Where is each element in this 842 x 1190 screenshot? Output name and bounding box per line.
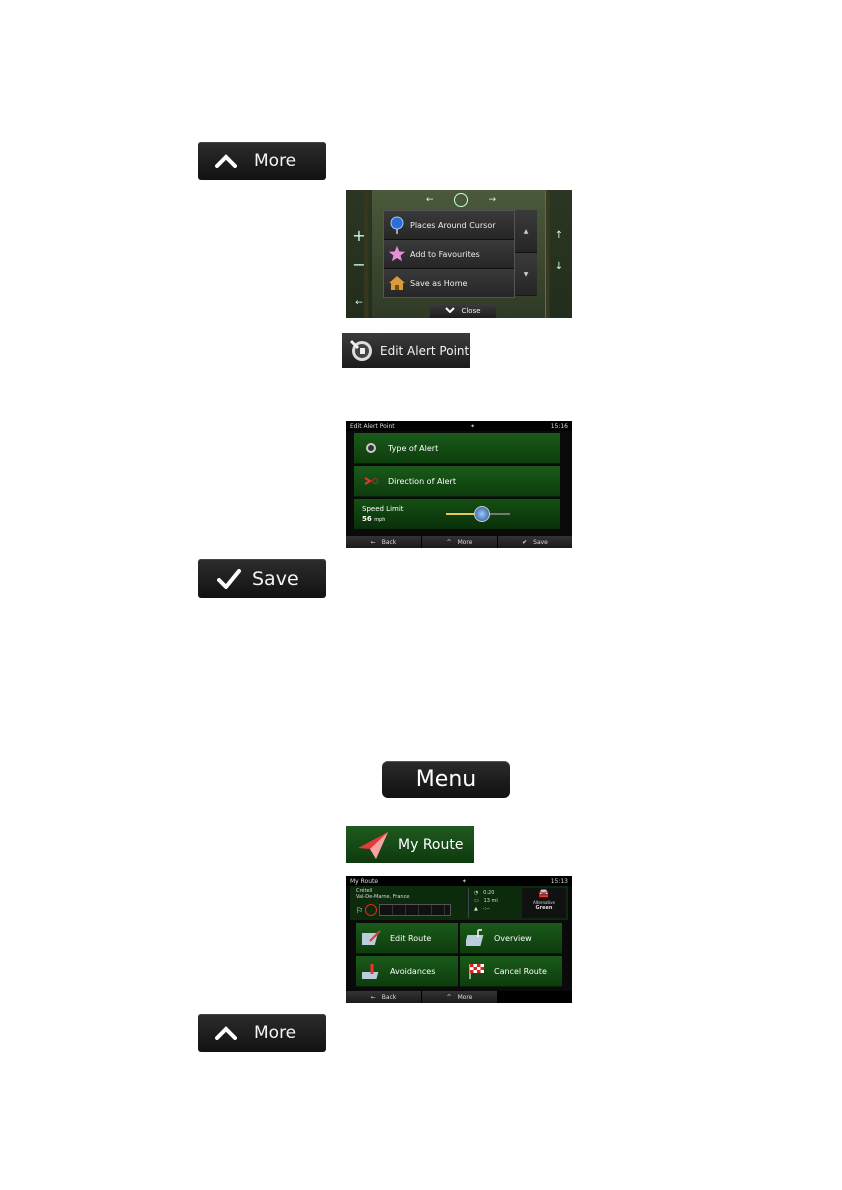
- traffic-icon: ⚐: [356, 905, 364, 915]
- my-route-screen: My Route ✦ 15:13 Créteil Val-De-Marne, F…: [346, 876, 572, 1003]
- screen-title: My Route: [350, 877, 379, 885]
- screen-titlebar: Edit Alert Point ✦ 15:16: [346, 421, 572, 431]
- gps-status-icon: ✦: [470, 422, 476, 430]
- car-icon: 🚘: [538, 889, 550, 899]
- zoom-in-icon[interactable]: +: [346, 226, 372, 245]
- remaining: -:--: [482, 906, 490, 912]
- scroll-down-button[interactable]: ▼: [515, 253, 537, 295]
- more-button-label: More: [254, 1023, 297, 1043]
- screen-title: Edit Alert Point: [350, 422, 395, 430]
- speed-slider-thumb[interactable]: [474, 506, 491, 522]
- row-direction-of-alert[interactable]: Direction of Alert: [354, 466, 560, 497]
- edit-alert-point-screen: Edit Alert Point ✦ 15:16 Type of Alert D…: [346, 421, 572, 548]
- cursor-menu-list: Places Around Cursor Add to Favourites S…: [383, 210, 515, 298]
- speed-limit-label: Speed Limit: [362, 505, 404, 513]
- save-button-small[interactable]: ✔ Save: [498, 536, 572, 548]
- tile-edit-route[interactable]: Edit Route: [356, 923, 458, 954]
- menu-button[interactable]: Menu: [382, 761, 510, 798]
- menu-item-save-as-home[interactable]: Save as Home: [384, 269, 514, 297]
- checkmark-icon: [198, 568, 252, 589]
- origin-region: Val-De-Marne, France: [356, 894, 410, 900]
- menu-item-add-to-favourites[interactable]: Add to Favourites: [384, 240, 514, 269]
- more-button-bottom[interactable]: More: [198, 1014, 326, 1052]
- rotate-right-icon[interactable]: →: [488, 195, 496, 205]
- rotate-controls: ← →: [426, 193, 496, 207]
- zoom-out-icon[interactable]: −: [346, 255, 372, 274]
- more-button-label: More: [254, 151, 297, 171]
- map-cursor-menu-screenshot: + − ← ↑ ↓ ← → Places Around Cursor Add t…: [346, 190, 572, 318]
- back-arrow-icon: ←: [370, 538, 376, 546]
- chevron-up-icon: ^: [446, 538, 452, 546]
- flag-icon: ▲: [474, 906, 478, 912]
- back-arrow-icon: ←: [370, 993, 376, 1001]
- edit-alert-point-button[interactable]: Edit Alert Point: [342, 333, 470, 368]
- globe-pin-icon: [384, 216, 410, 234]
- speed-limit-value: 56 mph: [362, 515, 386, 523]
- tile-overview[interactable]: Overview: [460, 923, 562, 954]
- alternative-button[interactable]: 🚘 Alternative Green: [522, 888, 566, 918]
- rotate-left-icon[interactable]: ←: [426, 195, 434, 205]
- scroll-up-button[interactable]: ▲: [515, 210, 537, 253]
- more-button[interactable]: ^ More: [422, 991, 498, 1003]
- tilt-down-icon[interactable]: ↓: [546, 261, 572, 272]
- checkmark-icon: ✔: [522, 538, 528, 546]
- route-progress-strip: ⚐: [356, 904, 452, 916]
- tilt-panel: ↑ ↓: [546, 190, 572, 318]
- alert-camera-icon: [342, 338, 380, 364]
- chevron-down-icon: [445, 307, 456, 315]
- alert-type-icon: [354, 442, 388, 454]
- tile-cancel-route[interactable]: Cancel Route: [460, 956, 562, 987]
- chevron-up-icon: ^: [446, 993, 452, 1001]
- clock-icon: ◔: [474, 890, 479, 896]
- row-type-of-alert[interactable]: Type of Alert: [354, 433, 560, 464]
- star-icon: [384, 245, 410, 263]
- tilt-up-icon[interactable]: ↑: [546, 230, 572, 241]
- overview-icon: [460, 929, 494, 947]
- close-button[interactable]: Close: [430, 304, 496, 318]
- save-button-label: Save: [252, 567, 299, 590]
- chevron-up-icon: [198, 1026, 254, 1040]
- route-action-grid: Edit Route Overview Avoidances Cancel Ro…: [356, 923, 562, 987]
- back-button[interactable]: ← Back: [346, 991, 422, 1003]
- my-route-button[interactable]: My Route: [346, 826, 474, 863]
- avoidances-icon: [356, 962, 390, 980]
- screen-time: 15:13: [550, 877, 568, 885]
- tile-avoidances[interactable]: Avoidances: [356, 956, 458, 987]
- popup-scroll: ▲ ▼: [515, 210, 537, 296]
- route-info-panel: Créteil Val-De-Marne, France ⚐ ◔ 0:20 ▭ …: [350, 886, 568, 920]
- gps-status-icon: ✦: [461, 877, 467, 885]
- chevron-up-icon: [198, 154, 254, 168]
- eta-time: 0:20: [483, 890, 495, 896]
- checkered-flag-icon: [460, 962, 494, 980]
- direction-icon: [354, 477, 388, 485]
- row-speed-limit: Speed Limit 56 mph: [354, 499, 560, 529]
- route-stats: ◔ 0:20 ▭ 13 mi ▲ -:--: [474, 889, 498, 913]
- distance: 13 mi: [483, 898, 498, 904]
- distance-icon: ▭: [474, 898, 479, 904]
- back-button[interactable]: ← Back: [346, 536, 422, 548]
- more-button[interactable]: ^ More: [422, 536, 498, 548]
- screen-titlebar: My Route ✦ 15:13: [346, 876, 572, 886]
- warning-icon: [365, 904, 378, 916]
- back-arrow-icon[interactable]: ←: [346, 298, 372, 308]
- save-button[interactable]: Save: [198, 559, 326, 598]
- screen-time: 15:16: [550, 422, 568, 430]
- zoom-panel: + − ←: [346, 190, 372, 318]
- bottom-bar: ← Back ^ More: [346, 991, 572, 1003]
- my-route-label: My Route: [398, 836, 464, 853]
- bottom-bar: ← Back ^ More ✔ Save: [346, 536, 572, 548]
- house-icon: [384, 275, 410, 291]
- route-arrow-icon: [346, 830, 398, 860]
- progress-bar: [379, 904, 452, 916]
- edit-route-icon: [356, 929, 390, 947]
- more-button-top[interactable]: More: [198, 142, 326, 180]
- menu-item-places-around-cursor[interactable]: Places Around Cursor: [384, 211, 514, 240]
- compass-icon[interactable]: [454, 193, 468, 207]
- edit-alert-point-label: Edit Alert Point: [380, 343, 470, 358]
